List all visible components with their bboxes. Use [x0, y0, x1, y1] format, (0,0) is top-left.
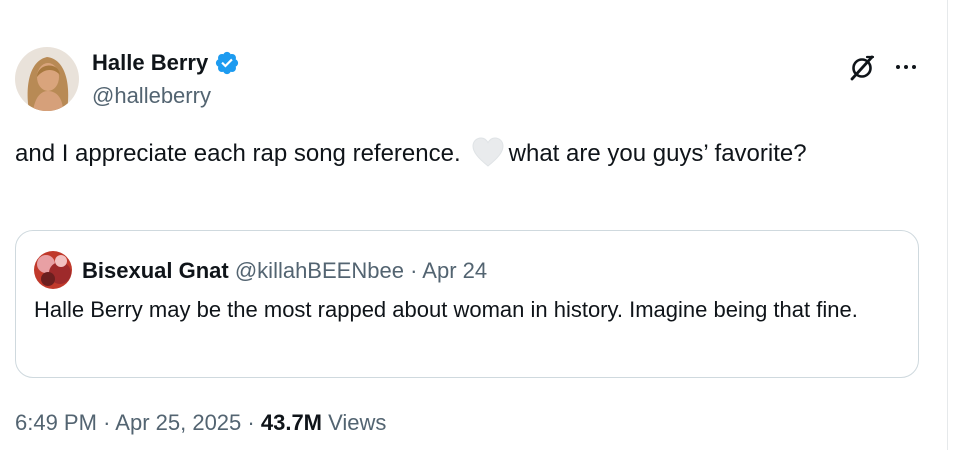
page-divider	[947, 0, 948, 450]
tweet-text-part-1: and I appreciate each rap song reference…	[15, 140, 461, 167]
grok-icon	[850, 55, 875, 81]
tweet-date[interactable]: Apr 25, 2025	[115, 410, 241, 435]
meta-separator: ·	[103, 410, 111, 435]
quoted-tweet-text: Halle Berry may be the most rapped about…	[34, 297, 858, 322]
quoted-tweet-card[interactable]: Bisexual Gnat @killahBEENbee · Apr 24 Ha…	[15, 230, 919, 378]
tweet-meta: 6:49 PM · Apr 25, 2025 · 43.7M Views	[15, 410, 386, 436]
quoted-author-name: Bisexual Gnat	[82, 258, 229, 283]
author-handle[interactable]: @halleberry	[92, 83, 211, 109]
quoted-separator: ·	[410, 258, 418, 283]
views-count: 43.7M	[260, 410, 323, 435]
more-horizontal-icon-dot	[896, 65, 900, 69]
quoted-tweet-date: Apr 24	[422, 258, 488, 283]
author-avatar[interactable]	[15, 47, 79, 111]
verified-badge-icon	[216, 51, 239, 75]
quoted-tweet-header: Bisexual Gnat @killahBEENbee · Apr 24	[82, 258, 487, 284]
more-horizontal-icon-dot	[904, 65, 908, 69]
quoted-author-avatar[interactable]	[34, 251, 72, 289]
tweet-text-part-2: what are you guys’ favorite?	[508, 140, 807, 167]
more-horizontal-icon-dot	[912, 65, 916, 69]
tweet-text: and I appreciate each rap song reference…	[15, 136, 915, 172]
meta-separator: ·	[247, 410, 255, 435]
author-name-row: Halle Berry	[92, 50, 240, 76]
white-heart-emoji-icon	[472, 137, 504, 167]
tweet-time[interactable]: 6:49 PM	[15, 410, 97, 435]
quoted-author-handle: @killahBEENbee	[234, 258, 404, 283]
views-label: Views	[328, 410, 387, 435]
author-display-name[interactable]: Halle Berry	[92, 50, 208, 76]
more-options-button[interactable]	[890, 52, 922, 82]
grok-button[interactable]	[846, 52, 878, 84]
